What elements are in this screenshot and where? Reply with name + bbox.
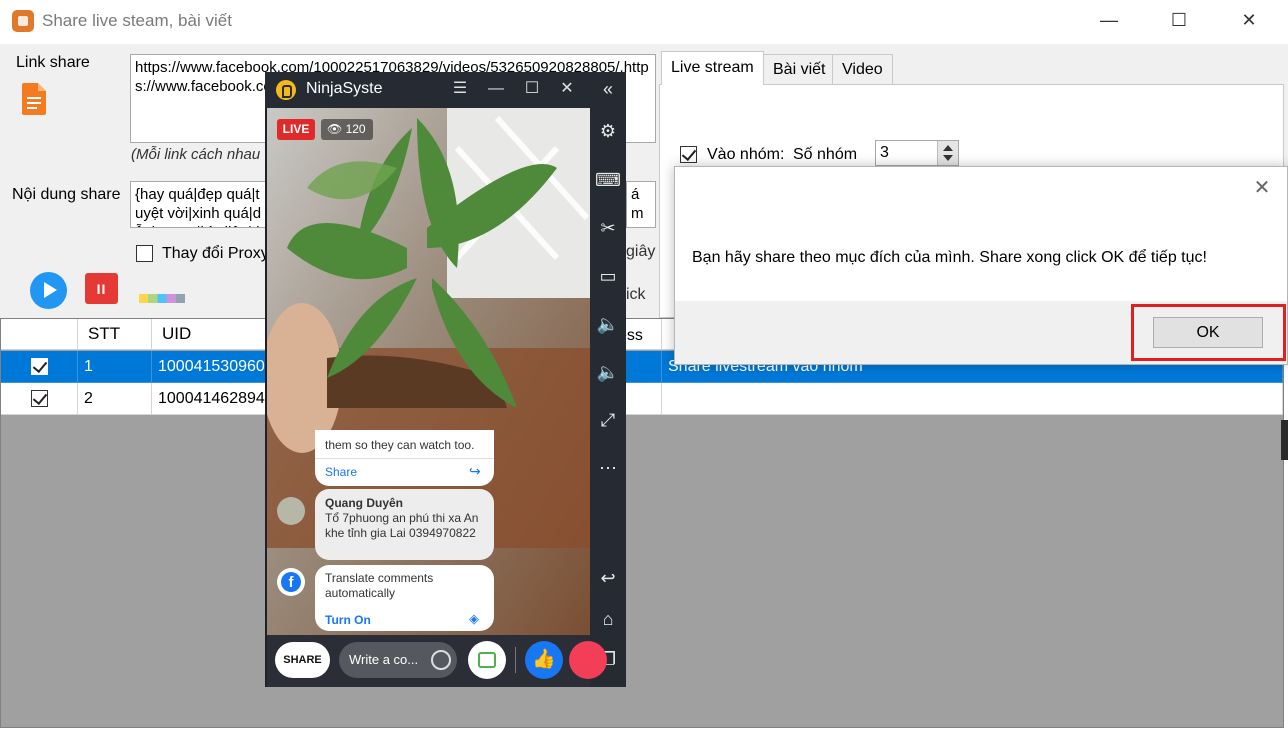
content-right-field[interactable]: ám — [626, 181, 656, 228]
link-share-label: Link share — [16, 54, 90, 71]
group-count-stepper[interactable] — [937, 141, 958, 165]
commenter-name[interactable]: Quang Duyên — [325, 496, 403, 510]
row-check-cell[interactable] — [1, 351, 78, 383]
group-count-label: Số nhóm — [793, 146, 858, 163]
dialog-message: Bạn hãy share theo mục đích của mình. Sh… — [692, 249, 1207, 266]
window-title: Share live steam, bài viết — [42, 11, 232, 30]
close-button[interactable]: ✕ — [1226, 0, 1272, 40]
comment-text: Tổ 7phuong an phú thi xa An khe tỉnh gia… — [325, 511, 479, 540]
emulator-menu-button[interactable]: ☰ — [449, 79, 471, 99]
pause-button[interactable]: II — [85, 273, 118, 304]
proxy-checkbox[interactable] — [136, 245, 153, 262]
header-check[interactable] — [1, 319, 78, 350]
avatar[interactable] — [277, 497, 305, 525]
share-button[interactable]: SHARE — [275, 642, 330, 678]
love-icon[interactable] — [569, 641, 607, 679]
stepper-down-icon[interactable] — [943, 155, 953, 161]
progress-indicator — [139, 294, 185, 303]
seconds-label: giây — [626, 243, 656, 260]
share-card-divider — [315, 458, 494, 459]
minimize-button[interactable]: — — [1086, 0, 1132, 40]
table-row[interactable]: 2 100041462894 — [1, 383, 1283, 415]
proxy-label: Thay đổi Proxy — [162, 245, 269, 262]
comment-bubble: Quang Duyên Tổ 7phuong an phú thi xa An … — [315, 489, 494, 560]
share-card-text: them so they can watch too. — [325, 438, 475, 452]
app-icon — [12, 10, 34, 32]
more-icon[interactable]: ⋯ — [590, 453, 626, 483]
video-record-icon[interactable]: ▭ — [590, 261, 626, 291]
home-icon[interactable]: ⌂ — [590, 604, 626, 634]
emoji-icon[interactable] — [431, 650, 451, 670]
turn-on-link[interactable]: Turn On — [325, 613, 371, 627]
row-check-cell[interactable] — [1, 383, 78, 415]
header-stt[interactable]: STT — [78, 319, 152, 350]
share-card: them so they can watch too. Share ↪ — [315, 430, 494, 486]
fullscreen-icon[interactable]: ⤢ — [590, 405, 626, 435]
play-button[interactable] — [30, 272, 67, 309]
stepper-up-icon[interactable] — [943, 145, 953, 151]
viewer-count-value: 120 — [345, 122, 366, 136]
emulator-logo-icon — [276, 80, 296, 100]
like-icon[interactable]: 👍 — [525, 641, 563, 679]
settings-icon[interactable]: ⚙ — [590, 116, 626, 146]
facebook-icon: f — [277, 568, 305, 596]
tab-bai-viet[interactable]: Bài viết — [763, 54, 836, 84]
back-icon[interactable]: ↩ — [590, 563, 626, 593]
translate-text: Translate comments automatically — [325, 571, 434, 600]
group-checkbox-label: Vào nhóm: — [707, 146, 785, 163]
row-checkbox[interactable] — [31, 390, 48, 407]
link-hint: (Mỗi link cách nhau — [131, 146, 261, 163]
gift-icon[interactable] — [468, 641, 506, 679]
volume-up-icon[interactable]: 🔈 — [590, 309, 626, 339]
emulator-minimize-button[interactable]: — — [485, 79, 507, 99]
volume-down-icon[interactable]: 🔈 — [590, 357, 626, 387]
translate-icon: ◈ — [469, 611, 479, 626]
emulator-close-button[interactable]: ✕ — [556, 79, 578, 99]
tab-live-stream[interactable]: Live stream — [661, 51, 764, 85]
content-share-input[interactable]: {hay quá|đẹp quá|tuyệt vời|xinh quá|dễ t… — [130, 181, 270, 228]
row-status — [662, 383, 1283, 415]
share-arrow-icon[interactable]: ↪ — [469, 463, 481, 480]
maximize-button[interactable]: ☐ — [1156, 0, 1202, 40]
emulator-maximize-button[interactable]: ☐ — [521, 79, 543, 99]
dialog-close-icon[interactable]: ✕ — [1252, 178, 1272, 198]
share-card-link[interactable]: Share — [325, 465, 357, 479]
row-stt: 2 — [78, 383, 152, 415]
row-stt: 1 — [78, 351, 152, 383]
translate-card: Translate comments automatically Turn On… — [315, 565, 494, 631]
live-badge: LIVE — [277, 119, 315, 140]
ok-button[interactable]: OK — [1153, 317, 1263, 348]
right-edge-fragment — [1281, 420, 1288, 460]
group-checkbox[interactable] — [680, 146, 697, 163]
content-share-label: Nội dung share — [12, 186, 121, 203]
viewer-count: 👁 120 — [321, 119, 373, 140]
row-checkbox[interactable] — [31, 358, 48, 375]
click-label: ick — [626, 286, 646, 303]
keyboard-icon[interactable]: ⌨ — [590, 165, 626, 195]
bar-divider — [515, 647, 516, 673]
emulator-name: NinjaSyste — [306, 80, 383, 97]
eye-icon: 👁 — [327, 122, 346, 136]
scissors-icon[interactable]: ✂ — [590, 213, 626, 243]
collapse-icon[interactable]: « — [590, 74, 626, 104]
document-icon[interactable] — [22, 83, 46, 115]
tab-video[interactable]: Video — [832, 54, 893, 84]
